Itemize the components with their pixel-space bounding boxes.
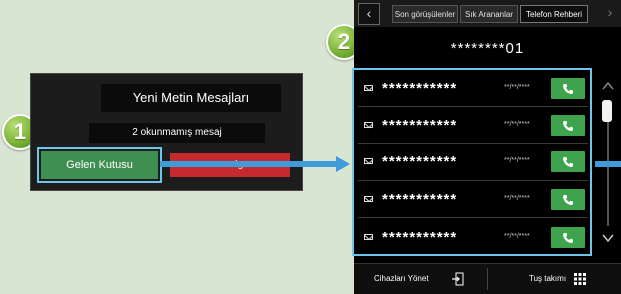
keypad-icon xyxy=(574,273,586,285)
tab-phonebook[interactable]: Telefon Rehberi xyxy=(520,5,588,23)
forward-icon[interactable]: › xyxy=(600,3,620,23)
tab-recent[interactable]: Son görüşülenler xyxy=(392,5,458,23)
masked-number: *********** xyxy=(382,229,458,246)
mail-icon xyxy=(364,196,373,202)
mail-icon xyxy=(364,122,373,128)
list-row[interactable]: *********** **/**/**** xyxy=(360,149,588,175)
row-divider xyxy=(358,180,588,181)
mail-icon xyxy=(364,234,373,240)
phone-icon xyxy=(563,121,573,131)
call-button[interactable] xyxy=(551,115,585,136)
contact-number: ********01 xyxy=(450,40,525,57)
masked-number: *********** xyxy=(382,153,458,170)
new-message-dialog: Yeni Metin Mesajları 2 okunmamış mesaj I… xyxy=(30,73,303,191)
inbox-button[interactable]: Gelen Kutusu xyxy=(37,147,162,183)
tab-bar: ‹ Son görüşülenler Sık Arananlar Telefon… xyxy=(354,0,621,27)
masked-number: *********** xyxy=(382,80,458,97)
phone-screen: ‹ Son görüşülenler Sık Arananlar Telefon… xyxy=(352,0,621,294)
arrow-continue xyxy=(595,161,621,167)
row-divider xyxy=(358,143,588,144)
bottom-divider xyxy=(487,268,488,290)
scroll-up-icon[interactable] xyxy=(602,80,614,92)
masked-date: **/**/**** xyxy=(504,121,530,128)
masked-date: **/**/**** xyxy=(504,157,530,164)
back-icon[interactable]: ‹ xyxy=(358,3,380,25)
device-import-icon xyxy=(452,272,464,286)
list-row[interactable]: *********** **/**/**** xyxy=(360,187,588,213)
arrow-to-phone xyxy=(160,161,338,167)
row-divider xyxy=(358,217,588,218)
call-button[interactable] xyxy=(551,151,585,172)
scrollbar-thumb[interactable] xyxy=(602,100,612,122)
tab-favorites[interactable]: Sık Arananlar xyxy=(460,5,518,23)
phone-icon xyxy=(563,233,573,243)
list-row[interactable]: *********** **/**/**** xyxy=(360,113,588,139)
scroll-down-icon[interactable] xyxy=(602,232,614,244)
call-button[interactable] xyxy=(551,189,585,210)
mail-icon xyxy=(364,158,373,164)
arrow-to-phone-head xyxy=(336,156,350,172)
call-button[interactable] xyxy=(551,78,585,99)
masked-number: *********** xyxy=(382,191,458,208)
manage-devices-button[interactable]: Cihazları Yönet xyxy=(374,264,482,294)
mail-icon xyxy=(364,85,373,91)
call-button[interactable] xyxy=(551,227,585,248)
row-divider xyxy=(358,106,588,107)
phone-icon xyxy=(563,195,573,205)
scrollbar-track[interactable] xyxy=(607,116,609,226)
dialog-title: Yeni Metin Mesajları xyxy=(101,84,281,112)
phone-icon xyxy=(563,84,573,94)
keypad-label: Tuş takımı xyxy=(529,274,567,283)
keypad-button[interactable]: Tuş takımı xyxy=(529,264,614,294)
manage-devices-label: Cihazları Yönet xyxy=(374,274,429,283)
masked-date: **/**/**** xyxy=(504,195,530,202)
unread-count: 2 okunmamış mesaj xyxy=(89,123,265,143)
list-row[interactable]: *********** **/**/**** xyxy=(360,76,588,102)
masked-date: **/**/**** xyxy=(504,233,530,240)
list-row[interactable]: *********** **/**/**** xyxy=(360,225,588,251)
bottom-bar: Cihazları Yönet Tuş takımı xyxy=(354,263,621,294)
phone-icon xyxy=(563,157,573,167)
masked-date: **/**/**** xyxy=(504,84,530,91)
masked-number: *********** xyxy=(382,117,458,134)
